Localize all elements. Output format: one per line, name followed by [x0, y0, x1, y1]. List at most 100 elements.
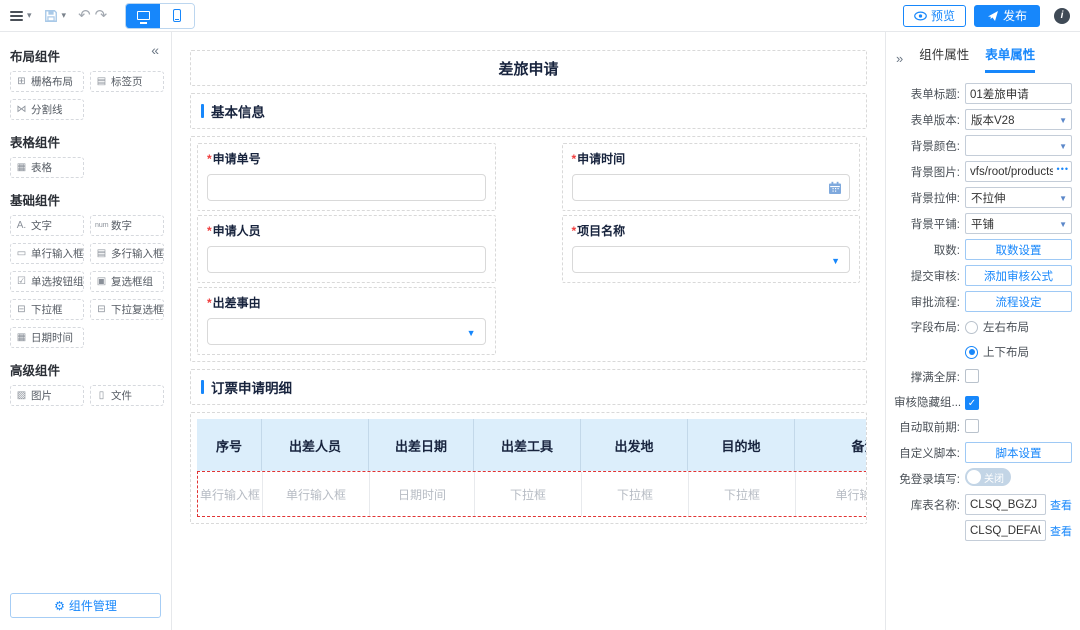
column-header-transport[interactable]: 出差工具 [473, 419, 580, 471]
field-apply-no[interactable]: *申请单号 [197, 143, 496, 211]
prop-label: 取数: [894, 242, 960, 258]
view-link-2[interactable]: 查看 [1050, 523, 1072, 539]
apply-no-input[interactable] [207, 174, 486, 201]
form-version-select[interactable]: 版本V28▼ [965, 109, 1072, 130]
chevron-down-icon: ▼ [1059, 220, 1067, 229]
sidebar-item-dropdown[interactable]: ⊟ 下拉框 [10, 299, 84, 320]
prop-row-form-version: 表单版本: 版本V28▼ [894, 109, 1072, 130]
bg-color-select[interactable]: ▼ [965, 135, 1072, 156]
redo-icon[interactable]: ↷ [95, 8, 108, 23]
field-apply-time[interactable]: *申请时间 [562, 143, 861, 211]
column-header-traveler[interactable]: 出差人员 [261, 419, 368, 471]
cell-transport[interactable]: 下拉框 [474, 472, 581, 516]
form-title-input[interactable] [965, 83, 1072, 104]
cell-traveler[interactable]: 单行输入框 [262, 472, 369, 516]
audit-hide-group-checkbox[interactable]: ✓ [965, 396, 979, 410]
detail-table-placeholder-row[interactable]: 单行输入框 单行输入框 日期时间 下拉框 下拉框 下拉框 单行输入框 [197, 471, 867, 517]
history-group: ↶ ↷ [78, 8, 107, 23]
field-applicant[interactable]: *申请人员 [197, 215, 496, 283]
chevron-down-icon: ▼ [1059, 194, 1067, 203]
prop-row-db-table-1: 库表名称: 查看 [894, 494, 1072, 515]
toggle-knob [967, 470, 981, 484]
flow-setting-button[interactable]: 流程设定 [965, 291, 1072, 312]
collapse-panel-icon[interactable]: » [896, 51, 903, 66]
prop-label: 审核隐藏组... [894, 394, 960, 410]
db-table-input-2[interactable] [965, 520, 1046, 541]
component-manage-button[interactable]: ⚙ 组件管理 [10, 593, 161, 618]
db-table-input-1[interactable] [965, 494, 1046, 515]
form-title-component[interactable]: 差旅申请 [190, 50, 867, 86]
ticket-detail-section-title[interactable]: 订票申请明细 [190, 369, 867, 405]
fetch-settings-button[interactable]: 取数设置 [965, 239, 1072, 260]
sidebar-item-checkbox-group[interactable]: ▣ 复选框组 [90, 271, 164, 292]
sidebar-item-multi-line-input[interactable]: ▤ 多行输入框 [90, 243, 164, 264]
layout-horizontal-radio[interactable]: 左右布局 [965, 319, 1072, 335]
cell-seq[interactable]: 单行输入框 [198, 472, 262, 516]
radio-icon[interactable] [965, 321, 978, 334]
add-audit-formula-button[interactable]: 添加审核公式 [965, 265, 1072, 286]
sidebar-item-number[interactable]: num 数字 [90, 215, 164, 236]
basic-info-section-title[interactable]: 基本信息 [190, 93, 867, 129]
sidebar-item-file[interactable]: ▯ 文件 [90, 385, 164, 406]
sidebar-item-tab-page[interactable]: ▤ 标签页 [90, 71, 164, 92]
mobile-view-button[interactable] [160, 4, 194, 28]
layout-vertical-radio[interactable]: 上下布局 [965, 344, 1072, 360]
save-icon[interactable] [44, 9, 58, 23]
column-header-remark[interactable]: 备注 [794, 419, 867, 471]
sidebar-item-radio-group[interactable]: ☑ 单选按钮组 [10, 271, 84, 292]
fullscreen-checkbox[interactable] [965, 369, 979, 383]
sidebar-item-table[interactable]: ▦ 表格 [10, 157, 84, 178]
undo-icon[interactable]: ↶ [78, 8, 91, 23]
collapse-sidebar-icon[interactable]: « [151, 42, 159, 58]
more-options-icon[interactable]: ••• [1055, 164, 1069, 174]
tab-form-properties[interactable]: 表单属性 [985, 44, 1035, 73]
no-login-toggle[interactable]: 关闭 [965, 468, 1011, 486]
menu-caret-icon[interactable]: ▾ [27, 10, 32, 21]
column-header-destination[interactable]: 目的地 [687, 419, 794, 471]
required-mark: * [207, 224, 212, 238]
prop-row-fetch: 取数: 取数设置 [894, 239, 1072, 260]
multi-dropdown-icon: ⊟ [95, 305, 108, 315]
view-link-1[interactable]: 查看 [1050, 497, 1072, 513]
applicant-input[interactable] [207, 246, 486, 273]
cell-destination[interactable]: 下拉框 [688, 472, 795, 516]
save-caret-icon[interactable]: ▾ [62, 10, 67, 21]
sidebar-item-datetime[interactable]: ▦ 日期时间 [10, 327, 84, 348]
menu-icon[interactable] [10, 11, 23, 21]
desktop-view-button[interactable] [126, 4, 160, 28]
project-name-select[interactable]: ▼ [572, 246, 851, 273]
tab-component-properties[interactable]: 组件属性 [919, 44, 969, 73]
prop-row-bg-stretch: 背景拉伸: 不拉伸▼ [894, 187, 1072, 208]
script-settings-button[interactable]: 脚本设置 [965, 442, 1072, 463]
preview-button[interactable]: 预览 [903, 5, 966, 27]
image-icon: ▨ [15, 391, 28, 401]
field-trip-reason[interactable]: *出差事由 ▼ [197, 287, 496, 355]
sidebar-item-image[interactable]: ▨ 图片 [10, 385, 84, 406]
column-header-trip-date[interactable]: 出差日期 [368, 419, 473, 471]
sidebar-item-divider[interactable]: ⋈ 分割线 [10, 99, 84, 120]
sidebar-item-multi-dropdown[interactable]: ⊟ 下拉复选框 [90, 299, 164, 320]
trip-reason-select[interactable]: ▼ [207, 318, 486, 345]
sidebar-item-text[interactable]: A. 文字 [10, 215, 84, 236]
sidebar-item-single-line-input[interactable]: ▭ 单行输入框 [10, 243, 84, 264]
detail-table-container[interactable]: 序号 出差人员 出差日期 出差工具 出发地 目的地 备注 单行输入框 单行输入框… [190, 412, 867, 524]
prop-row-db-table-2: 查看 [894, 520, 1072, 541]
basic-info-fields-container[interactable]: *申请单号 *申请时间 *申请人员 *项目名称 ▼ [190, 136, 867, 362]
bg-tile-select[interactable]: 平铺▼ [965, 213, 1072, 234]
field-project-name[interactable]: *项目名称 ▼ [562, 215, 861, 283]
item-label: 文字 [31, 218, 52, 233]
cell-trip-date[interactable]: 日期时间 [369, 472, 474, 516]
auto-prev-checkbox[interactable] [965, 419, 979, 433]
info-icon[interactable]: i [1054, 8, 1070, 24]
column-header-origin[interactable]: 出发地 [580, 419, 687, 471]
column-header-seq[interactable]: 序号 [197, 419, 261, 471]
prop-row-form-title: 表单标题: [894, 83, 1072, 104]
cell-origin[interactable]: 下拉框 [581, 472, 688, 516]
cell-remark[interactable]: 单行输入框 [795, 472, 867, 516]
radio-selected-icon[interactable] [965, 346, 978, 359]
prop-row-field-layout: 字段布局: 左右布局 [894, 317, 1072, 337]
sidebar-item-grid-layout[interactable]: ⊞ 栅格布局 [10, 71, 84, 92]
bg-stretch-select[interactable]: 不拉伸▼ [965, 187, 1072, 208]
apply-time-input[interactable] [572, 174, 851, 201]
publish-button[interactable]: 发布 [974, 5, 1040, 27]
